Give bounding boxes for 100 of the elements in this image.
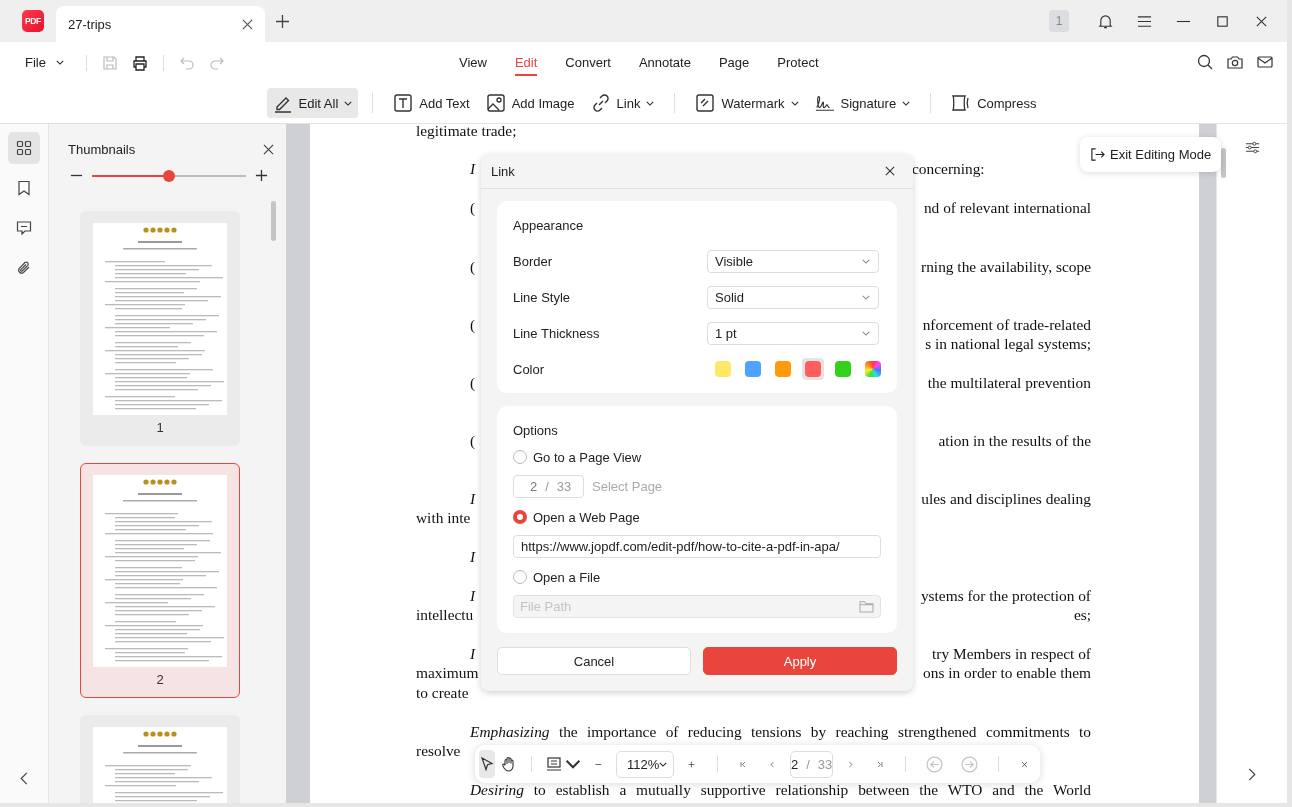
print-icon[interactable]: [131, 54, 148, 71]
bookmark-icon: [16, 180, 32, 196]
text-box-icon: [393, 93, 414, 113]
mail-icon[interactable]: [1257, 54, 1273, 70]
color-option[interactable]: [862, 358, 884, 380]
tool-button[interactable]: Add Text: [387, 88, 476, 118]
document-text: I: [469, 546, 476, 567]
radio-button[interactable]: [513, 450, 527, 464]
page-total: 33: [556, 479, 572, 494]
exit-icon: [1090, 147, 1105, 162]
zoom-dropdown[interactable]: 112%: [615, 750, 675, 778]
caret-icon: [659, 761, 668, 767]
select-page-hint: Select Page: [592, 479, 663, 494]
document-text: (: [469, 314, 476, 335]
exit-editing-button[interactable]: Exit Editing Mode: [1080, 137, 1222, 172]
page-total: 33: [817, 756, 833, 772]
camera-icon[interactable]: [1227, 54, 1243, 70]
document-text: I: [469, 643, 476, 664]
document-text: es;: [1073, 605, 1091, 625]
tool-button[interactable]: Compress: [945, 88, 1043, 118]
document-text: s in national legal systems;: [925, 334, 1091, 354]
url-field[interactable]: https://www.jopdf.com/edit-pdf/how-to-cite-a-pdf-in-apa/: [513, 535, 881, 558]
document-tab[interactable]: 27-trips: [56, 6, 265, 42]
watermark-icon: [695, 93, 716, 113]
panel-button[interactable]: [8, 132, 40, 164]
page-thumbnail[interactable]: 1: [80, 211, 240, 446]
apply-button[interactable]: Apply: [703, 647, 897, 675]
close-icon[interactable]: [242, 18, 253, 30]
dropdown-field[interactable]: 1 pt: [707, 321, 879, 345]
maximize-icon[interactable]: [1215, 13, 1230, 29]
document-text: Emphasizing the importance of reducing tensions by reaching strengthened commitments to: [469, 721, 1091, 742]
document-text: try Members in respect of: [932, 643, 1091, 664]
scrollbar-thumb[interactable]: [1221, 148, 1226, 178]
page-field[interactable]: 2 / 33: [513, 475, 584, 498]
zoom-in-icon[interactable]: [255, 169, 268, 182]
tool-button[interactable]: Add Image: [479, 88, 581, 118]
menu-icon[interactable]: [1137, 13, 1152, 29]
add-tab-icon[interactable]: [276, 14, 289, 28]
document-text: resolve: [416, 741, 461, 761]
slider-thumb[interactable]: [163, 169, 175, 182]
page-value: 2: [790, 756, 799, 772]
document-text: concerning:: [912, 159, 985, 179]
caret-icon: [790, 100, 799, 106]
scrollbar-thumb[interactable]: [271, 201, 276, 241]
document-text: Desiring to establish a mutually supportive relationship between the WTO and the World: [469, 779, 1091, 800]
document-text: ation in the results of the: [938, 430, 1091, 451]
close-icon[interactable]: [885, 166, 895, 176]
caret-icon: [862, 258, 870, 264]
collapse-icon[interactable]: [20, 772, 28, 785]
compress-icon: [951, 93, 972, 113]
section-title: Appearance: [513, 218, 585, 233]
document-text: intellectu: [416, 605, 474, 625]
expand-icon[interactable]: [1248, 768, 1256, 781]
bell-icon[interactable]: [1098, 13, 1113, 29]
image-icon: [485, 93, 506, 113]
caret-icon: [344, 100, 353, 106]
radio-button[interactable]: [513, 570, 527, 584]
signature-icon: [814, 93, 835, 113]
tool-button[interactable]: Signature: [808, 88, 917, 118]
search-icon[interactable]: [1197, 54, 1213, 70]
caret-icon: [646, 100, 655, 106]
page-thumbnail[interactable]: 2: [80, 463, 240, 698]
app-logo: PDF: [22, 10, 44, 32]
pointer-icon: [479, 756, 495, 772]
dialog-title: Link: [491, 163, 515, 179]
page-field[interactable]: 2 / 33: [789, 750, 834, 778]
caret-icon: [55, 60, 64, 65]
cancel-button[interactable]: Cancel: [497, 647, 691, 675]
mode-button[interactable]: [479, 750, 495, 778]
document-text: ules and disciplines dealing: [921, 488, 1091, 509]
field-label: Border: [513, 253, 553, 269]
close-icon[interactable]: [263, 144, 274, 155]
radio-label: Open a Web Page: [533, 509, 640, 525]
dropdown-field[interactable]: Visible: [707, 249, 879, 273]
page-value: 2: [530, 479, 538, 494]
dropdown-field[interactable]: Solid: [707, 285, 879, 309]
settings-sliders-icon[interactable]: [1244, 140, 1260, 155]
tool-button[interactable]: Link: [584, 88, 661, 118]
tool-button[interactable]: Watermark: [689, 88, 805, 118]
file-menu[interactable]: File: [25, 55, 64, 70]
radio-label: Open a File: [533, 569, 601, 585]
radio-button[interactable]: [513, 510, 527, 524]
ribbon-tab[interactable]: Convert: [565, 42, 611, 83]
document-text: rning the availability, scope: [921, 256, 1091, 277]
ribbon-tab[interactable]: Protect: [777, 42, 819, 83]
tool-button[interactable]: Edit All: [266, 88, 359, 118]
document-text: (: [469, 256, 476, 277]
ribbon-tab[interactable]: View: [459, 42, 487, 83]
ribbon-tab[interactable]: Page: [718, 42, 750, 83]
document-text: to create: [416, 682, 469, 702]
page-layout-icon: [546, 756, 562, 772]
radio-label: Go to a Page View: [533, 449, 642, 465]
page-number: 2: [156, 672, 164, 687]
ribbon-tab[interactable]: Annotate: [638, 42, 691, 83]
document-text: nd of relevant international: [923, 197, 1091, 218]
document-text: I: [469, 585, 476, 606]
field-label: Color: [513, 361, 545, 377]
page-number: 1: [156, 420, 164, 435]
caret-icon: [862, 330, 870, 336]
section-title: Options: [513, 423, 559, 438]
